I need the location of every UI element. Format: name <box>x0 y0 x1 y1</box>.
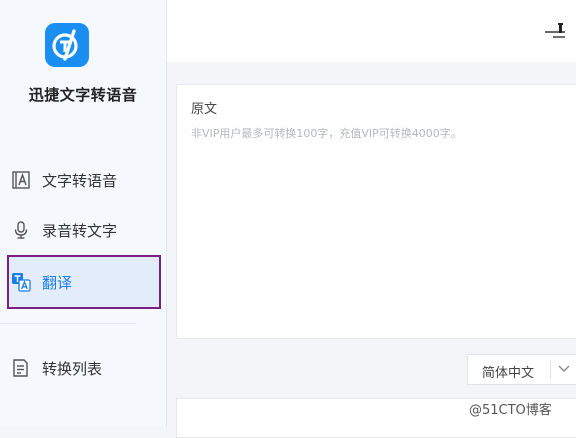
sidebar-item-label: 转换列表 <box>42 359 103 378</box>
watermark: @51CTO博客 <box>469 403 552 418</box>
translate-icon <box>12 273 31 292</box>
sidebar-item-conversion-list[interactable]: 转换列表 <box>7 343 161 393</box>
sidebar-item-label: 翻译 <box>42 273 73 292</box>
source-text-panel: 原文 <box>176 84 576 339</box>
sidebar-divider <box>0 323 136 324</box>
sidebar-item-speech-to-text[interactable]: 录音转文字 <box>7 205 161 255</box>
top-bar <box>167 0 576 62</box>
app-logo-icon <box>45 23 89 67</box>
sidebar-item-label: 录音转文字 <box>42 221 118 240</box>
target-language-value: 简体中文 <box>482 366 535 381</box>
sidebar: 迅捷文字转语音 文字转语音 录音转文字 翻译 转换列表 <box>0 0 167 427</box>
list-icon <box>13 359 28 377</box>
menu-icon[interactable] <box>544 22 566 42</box>
sidebar-item-text-to-speech[interactable]: 文字转语音 <box>7 155 161 205</box>
select-separator <box>550 360 551 379</box>
source-text-input[interactable] <box>191 125 571 325</box>
sidebar-item-translate[interactable]: 翻译 <box>7 255 161 309</box>
microphone-icon <box>14 221 28 239</box>
source-label: 原文 <box>191 102 218 117</box>
sidebar-item-label: 文字转语音 <box>42 171 118 190</box>
app-title: 迅捷文字转语音 <box>28 86 138 104</box>
text-document-icon <box>12 171 30 189</box>
target-language-select[interactable]: 简体中文 <box>467 354 576 385</box>
chevron-down-icon <box>558 365 570 372</box>
